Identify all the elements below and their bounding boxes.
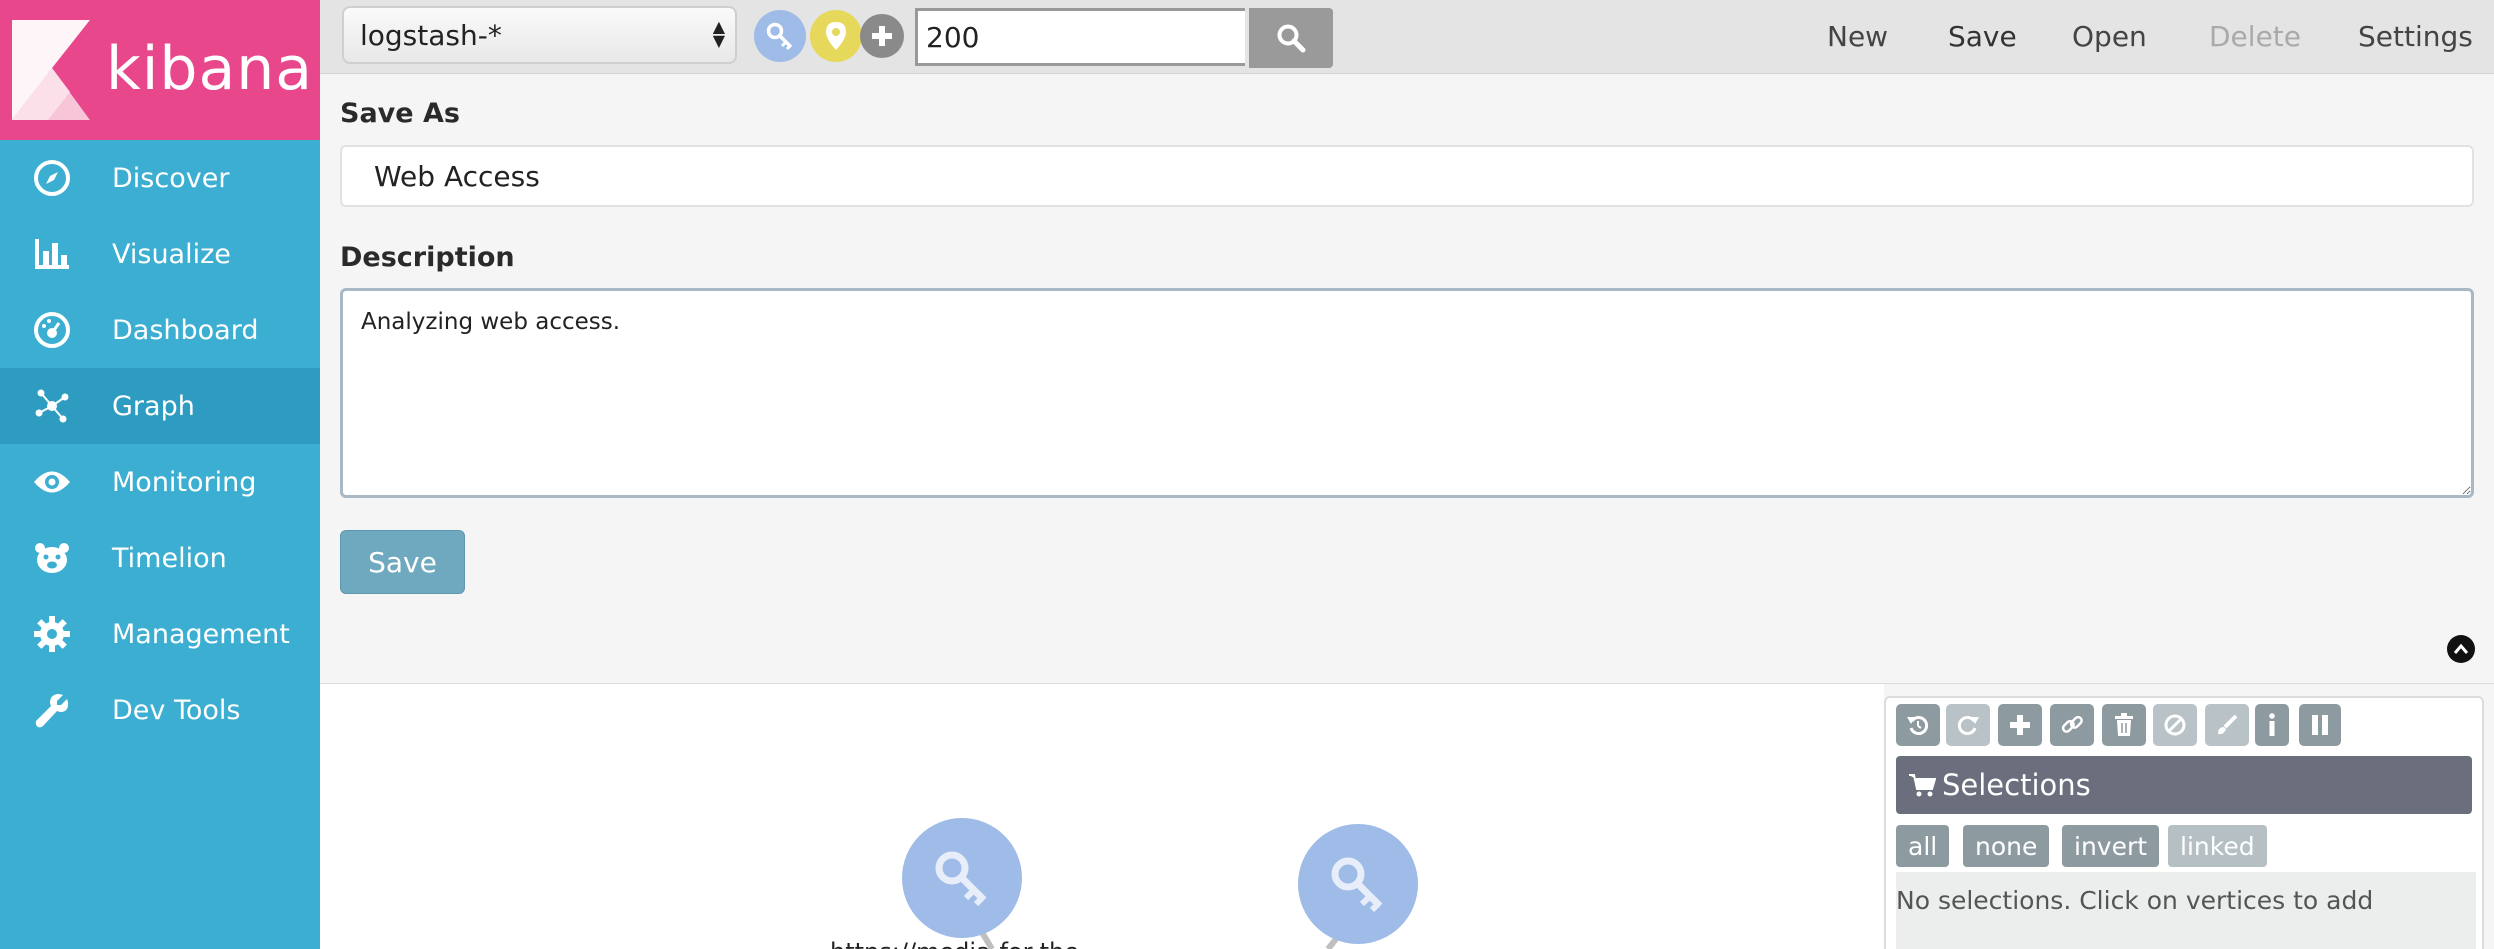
- graph-network-icon: [32, 388, 72, 424]
- sidebar-item-label: Visualize: [112, 238, 231, 270]
- search-input[interactable]: [915, 8, 1245, 66]
- sidebar-item-monitoring[interactable]: Monitoring: [0, 444, 320, 520]
- vertex-label: https://media-for-the: [830, 938, 1079, 949]
- graph-vertex[interactable]: [902, 818, 1022, 938]
- undo-icon: [1907, 716, 1929, 735]
- new-link[interactable]: New: [1827, 20, 1888, 53]
- kibana-logo-icon: [12, 20, 90, 120]
- select-arrows-icon: ▲ ▼: [712, 17, 725, 50]
- bar-chart-icon: [32, 236, 72, 272]
- add-links-button[interactable]: [2050, 704, 2094, 746]
- pause-layout-button[interactable]: [2299, 704, 2341, 746]
- eye-icon: [32, 464, 72, 500]
- pause-icon: [2312, 715, 2328, 735]
- field-location-button[interactable]: [810, 10, 862, 62]
- save-as-label: Save As: [340, 98, 460, 129]
- sidebar-item-graph[interactable]: Graph: [0, 368, 320, 444]
- blacklist-button[interactable]: [2153, 704, 2197, 746]
- search-icon: [1277, 24, 1306, 53]
- redo-icon: [1957, 716, 1979, 735]
- sidebar-item-label: Dev Tools: [112, 694, 241, 726]
- style-vertices-button[interactable]: [2205, 704, 2249, 746]
- chevron-up-icon: [2453, 643, 2469, 654]
- graph-vertex[interactable]: [1298, 824, 1418, 944]
- collapse-panel-button[interactable]: [2447, 635, 2475, 663]
- info-button[interactable]: [2255, 704, 2289, 746]
- compass-icon: [32, 160, 72, 196]
- sidebar-item-label: Management: [112, 618, 290, 650]
- select-none-button[interactable]: none: [1963, 825, 2050, 867]
- add-field-button[interactable]: [860, 14, 904, 58]
- description-label: Description: [340, 242, 515, 273]
- sidebar-item-label: Monitoring: [112, 466, 257, 498]
- selections-empty-message: No selections. Click on vertices to add: [1896, 872, 2476, 949]
- settings-link[interactable]: Settings: [2358, 20, 2473, 53]
- selections-header: Selections: [1896, 756, 2472, 814]
- save-as-input[interactable]: [340, 145, 2474, 207]
- link-icon: [2061, 715, 2083, 733]
- index-pattern-value: logstash-*: [360, 18, 502, 52]
- graph-canvas[interactable]: https://media-for-the: [320, 684, 1884, 949]
- timelion-bear-icon: [32, 540, 72, 576]
- sidebar-item-timelion[interactable]: Timelion: [0, 520, 320, 596]
- expand-selection-button[interactable]: [1998, 704, 2042, 746]
- sidebar: kibana Discover Visualize Dashboard Grap…: [0, 0, 320, 949]
- info-icon: [2269, 713, 2275, 736]
- select-linked-button[interactable]: linked: [2168, 825, 2267, 867]
- key-icon: [935, 851, 987, 906]
- sidebar-item-visualize[interactable]: Visualize: [0, 216, 320, 292]
- description-textarea[interactable]: Analyzing web access.: [340, 288, 2474, 498]
- plus-icon: [2010, 715, 2030, 735]
- field-key-button[interactable]: [754, 10, 806, 62]
- wrench-icon: [32, 692, 72, 728]
- kibana-logo[interactable]: kibana: [0, 0, 320, 140]
- sidebar-item-dev-tools[interactable]: Dev Tools: [0, 672, 320, 748]
- trash-icon: [2115, 713, 2133, 736]
- select-invert-button[interactable]: invert: [2062, 825, 2160, 867]
- search-button[interactable]: [1249, 8, 1333, 68]
- sidebar-item-dashboard[interactable]: Dashboard: [0, 292, 320, 368]
- app-name: kibana: [106, 34, 314, 104]
- key-icon: [1331, 857, 1383, 912]
- sidebar-item-management[interactable]: Management: [0, 596, 320, 672]
- select-all-button[interactable]: all: [1896, 825, 1950, 867]
- sidebar-item-label: Discover: [112, 162, 230, 194]
- graph-toolbar: logstash-* ▲▼ New Save Open Delete Setti…: [320, 0, 2494, 74]
- sidebar-item-discover[interactable]: Discover: [0, 140, 320, 216]
- key-icon: [766, 22, 793, 50]
- ban-icon: [2164, 714, 2186, 736]
- sidebar-item-label: Dashboard: [112, 314, 259, 346]
- shopping-cart-icon: [1909, 774, 1936, 797]
- paintbrush-icon: [2218, 714, 2238, 735]
- map-marker-icon: [826, 22, 846, 50]
- undo-button[interactable]: [1896, 704, 1940, 746]
- dashboard-gauge-icon: [32, 312, 72, 348]
- open-link[interactable]: Open: [2072, 20, 2147, 53]
- delete-vertices-button[interactable]: [2102, 704, 2146, 746]
- gear-icon: [32, 616, 72, 652]
- graph-edges: [977, 927, 1343, 949]
- sidebar-item-label: Graph: [112, 390, 195, 422]
- index-pattern-select[interactable]: logstash-* ▲ ▼: [342, 6, 737, 64]
- sidebar-item-label: Timelion: [112, 542, 227, 574]
- plus-icon: [872, 26, 892, 46]
- selections-title: Selections: [1942, 768, 2091, 802]
- delete-link[interactable]: Delete: [2209, 20, 2301, 53]
- save-submit-button[interactable]: Save: [340, 530, 465, 594]
- save-link[interactable]: Save: [1948, 20, 2017, 53]
- redo-button[interactable]: [1946, 704, 1990, 746]
